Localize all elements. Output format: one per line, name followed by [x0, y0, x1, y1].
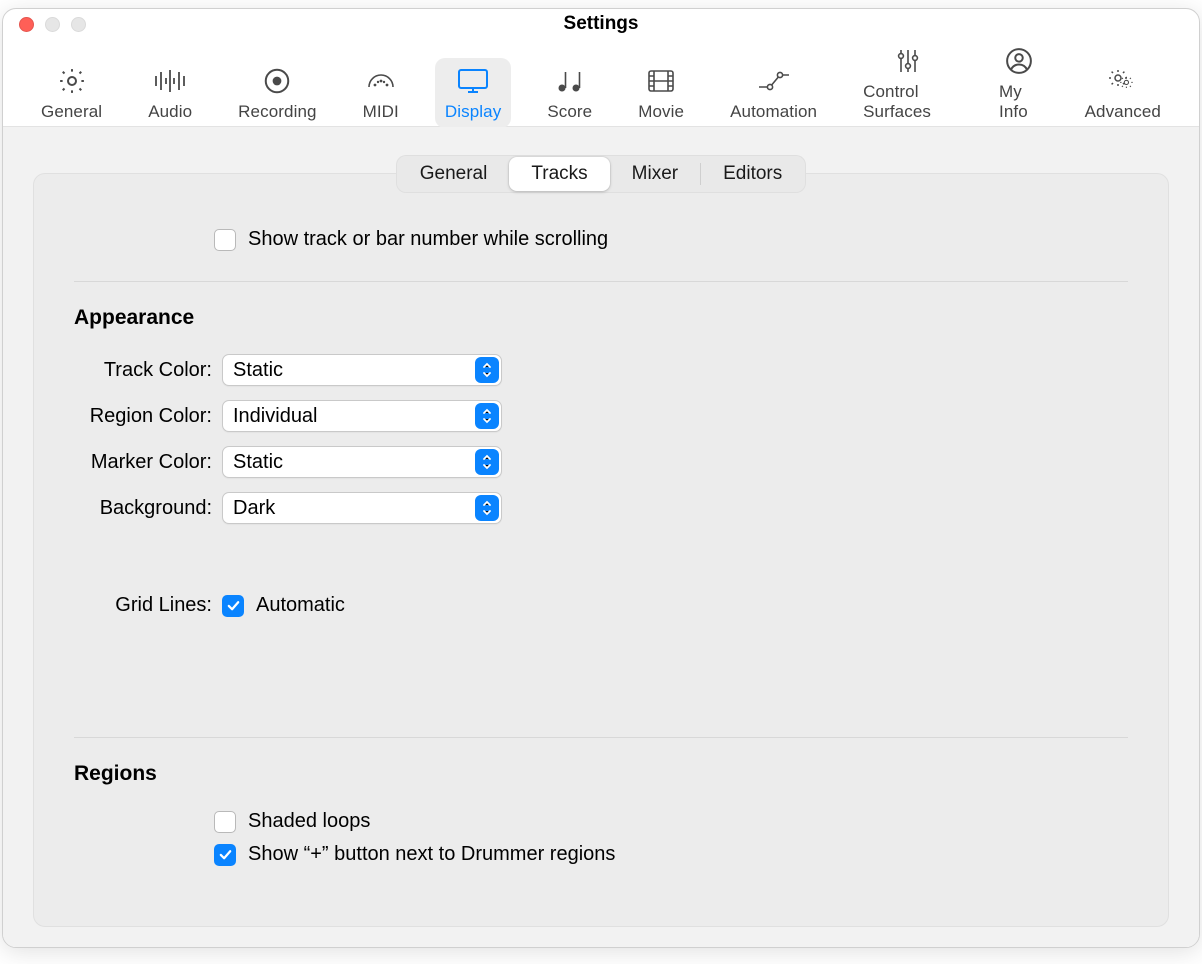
select-marker-color-value: Static [233, 451, 283, 474]
gears-icon [1105, 66, 1141, 96]
select-marker-color[interactable]: Static [222, 446, 502, 478]
midi-icon [363, 66, 399, 96]
appearance-form: Track Color: Static Region Color: Indivi… [74, 354, 1128, 524]
toolbar-label: MIDI [363, 102, 399, 122]
automation-icon [756, 66, 792, 96]
checkbox-show-number-label: Show track or bar number while scrolling [248, 228, 608, 251]
label-marker-color: Marker Color: [74, 451, 212, 474]
checkbox-show-plus-drummer-label: Show “+” button next to Drummer regions [248, 843, 615, 866]
checkbox-grid-lines-automatic[interactable] [222, 595, 244, 617]
select-region-color-value: Individual [233, 405, 318, 428]
toolbar-label: Audio [148, 102, 192, 122]
tracks-panel: Show track or bar number while scrolling… [33, 173, 1169, 927]
toolbar-advanced[interactable]: Advanced [1075, 58, 1171, 128]
toolbar-label: Score [547, 102, 592, 122]
music-notes-icon [552, 66, 588, 96]
toolbar: General Audio Recording MIDI [3, 39, 1199, 127]
label-region-color: Region Color: [74, 405, 212, 428]
grid-lines-row: Grid Lines: Automatic [74, 594, 1128, 617]
divider [74, 281, 1128, 282]
film-icon [643, 66, 679, 96]
subtab-general[interactable]: General [398, 157, 510, 191]
toolbar-audio[interactable]: Audio [138, 58, 202, 128]
section-appearance-title: Appearance [74, 306, 1128, 330]
record-icon [259, 66, 295, 96]
option-show-plus-drummer: Show “+” button next to Drummer regions [214, 843, 1128, 866]
display-subtabs: General Tracks Mixer Editors [396, 155, 807, 193]
toolbar-label: Automation [730, 102, 817, 122]
gear-icon [54, 66, 90, 96]
toolbar-display[interactable]: Display [435, 58, 511, 128]
regions-options: Shaded loops Show “+” button next to Dru… [74, 810, 1128, 866]
toolbar-general[interactable]: General [31, 58, 112, 128]
label-track-color: Track Color: [74, 359, 212, 382]
toolbar-label: Recording [238, 102, 316, 122]
toolbar-items: General Audio Recording MIDI [31, 38, 1171, 128]
toolbar-recording[interactable]: Recording [228, 58, 326, 128]
checkbox-grid-lines-label: Automatic [256, 594, 345, 617]
settings-window: Settings General Audio Recording [2, 8, 1200, 948]
toolbar-my-info[interactable]: My Info [989, 38, 1049, 128]
toolbar-label: Display [445, 102, 501, 122]
checkbox-shaded-loops-label: Shaded loops [248, 810, 370, 833]
titlebar: Settings [3, 9, 1199, 39]
chevrons-up-down-icon [475, 357, 499, 383]
chevrons-up-down-icon [475, 403, 499, 429]
sliders-icon [890, 46, 926, 76]
option-shaded-loops: Shaded loops [214, 810, 1128, 833]
subtab-mixer[interactable]: Mixer [610, 157, 700, 191]
toolbar-label: General [41, 102, 102, 122]
select-background-value: Dark [233, 497, 275, 520]
settings-body: General Tracks Mixer Editors Show track … [3, 127, 1199, 947]
divider [74, 737, 1128, 738]
window-title: Settings [3, 13, 1199, 35]
toolbar-automation[interactable]: Automation [720, 58, 827, 128]
checkbox-show-number[interactable] [214, 229, 236, 251]
person-circle-icon [1001, 46, 1037, 76]
section-regions-title: Regions [74, 762, 1128, 786]
select-region-color[interactable]: Individual [222, 400, 502, 432]
toolbar-label: Control Surfaces [863, 82, 953, 122]
toolbar-control-surfaces[interactable]: Control Surfaces [853, 38, 963, 128]
select-background[interactable]: Dark [222, 492, 502, 524]
label-background: Background: [74, 497, 212, 520]
label-grid-lines: Grid Lines: [74, 594, 212, 617]
subtab-tracks[interactable]: Tracks [509, 157, 609, 191]
toolbar-score[interactable]: Score [537, 58, 602, 128]
toolbar-label: My Info [999, 82, 1039, 122]
waveform-icon [152, 66, 188, 96]
select-track-color-value: Static [233, 359, 283, 382]
toolbar-movie[interactable]: Movie [628, 58, 694, 128]
chevrons-up-down-icon [475, 449, 499, 475]
select-track-color[interactable]: Static [222, 354, 502, 386]
chevrons-up-down-icon [475, 495, 499, 521]
checkbox-show-plus-drummer[interactable] [214, 844, 236, 866]
subtab-editors[interactable]: Editors [701, 157, 804, 191]
monitor-icon [455, 66, 491, 96]
toolbar-label: Advanced [1085, 102, 1161, 122]
toolbar-midi[interactable]: MIDI [353, 58, 409, 128]
checkbox-shaded-loops[interactable] [214, 811, 236, 833]
toolbar-label: Movie [638, 102, 684, 122]
option-show-track-bar-number: Show track or bar number while scrolling [74, 228, 1128, 251]
